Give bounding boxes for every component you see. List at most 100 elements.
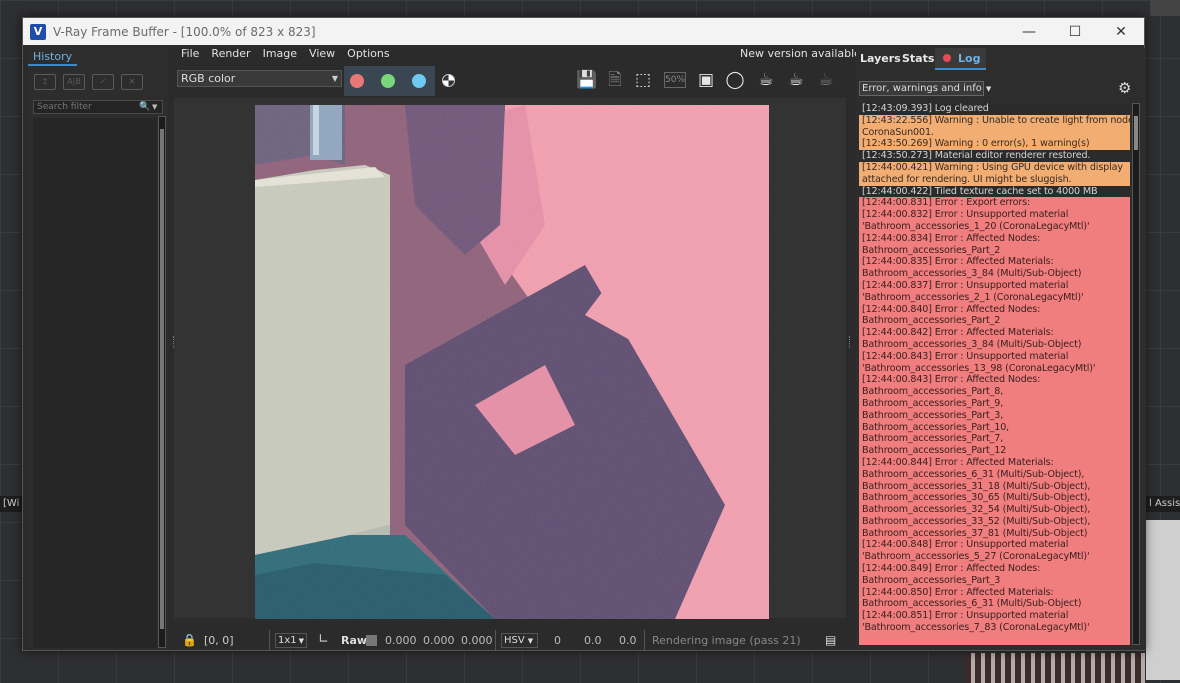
history-load-icon[interactable]: ↥ [34,74,56,90]
log-entry: [12:44:00.851] Error : Unsupported mater… [859,610,1130,623]
channel-select-value: RGB color [181,72,236,85]
log-entry: [12:44:00.835] Error : Affected Material… [859,256,1130,269]
divider [269,630,270,650]
log-entry: [12:44:00.840] Error : Affected Nodes: [859,303,1130,316]
log-entry: [12:44:00.842] Error : Affected Material… [859,327,1130,339]
error-indicator-icon [943,54,951,62]
green-value: 0.000 [423,634,455,647]
log-entry: Bathroom_accessories_Part_7, [859,433,1130,446]
menu-view[interactable]: View [309,47,335,63]
menu-image[interactable]: Image [263,47,297,63]
history-search: 🔍 ▼ [33,100,163,114]
render-status-text: Rendering image (pass 21) [652,634,801,647]
tab-history[interactable]: History [28,48,78,66]
history-remove-icon[interactable]: ✕ [121,74,143,90]
log-entry: [12:43:50.273] Material editor renderer … [859,150,1130,162]
raw-label: Raw [341,634,368,647]
log-entry: [12:43:50.269] Warning : 0 error(s), 1 w… [859,138,1130,151]
window-title: V-Ray Frame Buffer - [100.0% of 823 x 82… [53,24,316,39]
image-viewport[interactable] [174,98,846,619]
log-entry: [12:44:00.831] Error : Export errors: [859,197,1130,210]
search-icon[interactable]: 🔍 [138,102,152,112]
history-scrollbar[interactable] [158,116,166,648]
blue-channel-toggle[interactable] [412,74,426,88]
log-scrollbar[interactable] [1132,103,1140,645]
green-channel-toggle[interactable] [381,74,395,88]
menu-render[interactable]: Render [211,47,250,63]
log-list: [12:43:09.393] Log cleared [12:43:22.556]… [859,103,1130,645]
history-list [33,118,157,648]
chevron-down-icon: ▼ [331,74,338,83]
tab-layers[interactable]: Layers [860,48,901,70]
right-splitter[interactable] [849,336,851,348]
channel-select[interactable]: RGB color ▼ [177,70,342,87]
color-mode-select[interactable]: HSV ▼ [501,633,538,648]
panel-toggle-icon[interactable]: ▤ [825,633,836,647]
divider [495,630,496,650]
log-entry: Bathroom_accessories_3_84 (Multi/Sub-Obj… [859,338,1130,351]
chevron-down-icon: ▼ [985,85,992,93]
new-version-link[interactable]: New version available! [740,47,865,60]
stop-render-icon[interactable]: ☕ [785,69,807,91]
track-mouse-icon[interactable]: ▣ [695,69,717,91]
viewport-corner [1150,0,1180,16]
log-entry: Bathroom_accessories_31_18 (Multi/Sub-Ob… [859,480,1130,493]
history-search-input[interactable] [34,101,138,113]
lens-effects-icon[interactable]: ◯ [724,69,746,91]
log-entry: CoronaSun001. [859,126,1130,139]
zoom-50-icon[interactable]: 50% [664,72,686,88]
history-compare-icon[interactable]: A|B [63,74,85,90]
maximize-button[interactable]: ☐ [1052,18,1098,45]
menu-options[interactable]: Options [347,47,389,63]
history-toolbar: ↥ A|B ✓ ✕ [34,74,154,92]
menu-file[interactable]: File [181,47,199,63]
curve-icon[interactable]: ∟ [318,632,329,647]
save-image-icon[interactable]: 💾 [576,69,598,91]
log-entry: [12:44:00.832] Error : Unsupported mater… [859,209,1130,221]
vray-app-icon: V [30,23,46,40]
teapot-render-icon[interactable]: ☕ [815,69,837,91]
hue-value: 0 [554,634,561,647]
close-button[interactable]: ✕ [1098,18,1144,45]
chevron-down-icon[interactable]: ▼ [152,103,162,111]
log-entry: Bathroom_accessories_3_84 (Multi/Sub-Obj… [859,268,1130,280]
render-image [255,105,769,619]
monochrome-toggle-icon[interactable] [442,74,455,87]
log-entry: 'Bathroom_accessories_2_1 (CoronaLegacyM… [859,291,1130,304]
log-entry: attached for rendering. UI might be slug… [859,173,1130,186]
red-value: 0.000 [385,634,417,647]
log-entry: [12:44:00.837] Error : Unsupported mater… [859,279,1130,292]
save-all-icon[interactable]: 🗎 [604,69,626,91]
history-save-icon[interactable]: ✓ [92,74,114,90]
log-entry: [12:44:00.843] Error : Unsupported mater… [859,350,1130,363]
sample-size-select[interactable]: 1x1 ▼ [275,633,307,648]
log-filter-select[interactable]: Error, warnings and info ▼ [859,81,991,96]
log-entry: 'Bathroom_accessories_13_98 (CoronaLegac… [859,362,1130,375]
saturation-value: 0.0 [584,634,602,647]
log-entry: Bathroom_accessories_37_81 (Multi/Sub-Ob… [859,527,1130,540]
log-entry: Bathroom_accessories_Part_8, [859,386,1130,398]
render-image-canvas [255,105,769,619]
log-entry: Bathroom_accessories_Part_10, [859,421,1130,434]
tab-log[interactable]: Log [935,48,987,70]
title-bar[interactable]: V V-Ray Frame Buffer - [100.0% of 823 x … [23,18,1144,45]
log-entry: Bathroom_accessories_Part_9, [859,397,1130,410]
scrollbar-thumb[interactable] [1134,116,1138,150]
history-panel: History ↥ A|B ✓ ✕ 🔍 ▼ [28,48,168,648]
scrollbar-thumb[interactable] [160,129,164,629]
log-entry: Bathroom_accessories_Part_3, [859,409,1130,422]
red-channel-toggle[interactable] [350,74,364,88]
log-entry: Bathroom_accessories_Part_2 [859,244,1130,257]
interactive-render-icon[interactable]: ☕ [755,69,777,91]
log-entry: [12:44:00.421] Warning : Using GPU devic… [859,161,1130,174]
minimize-button[interactable]: — [1006,18,1052,45]
viewport-label-right: l Assis [1146,496,1180,512]
lock-icon[interactable]: 🔒 [182,633,197,647]
log-entry: Bathroom_accessories_6_31 (Multi/Sub-Obj… [859,598,1130,611]
vfb-window: V V-Ray Frame Buffer - [100.0% of 823 x … [22,17,1146,651]
tab-log-label: Log [958,52,981,65]
log-entry: [12:44:00.848] Error : Unsupported mater… [859,539,1130,552]
gear-icon[interactable]: ⚙ [1118,79,1131,97]
tab-stats[interactable]: Stats [902,48,934,70]
region-render-icon[interactable]: ⬚ [632,69,654,91]
